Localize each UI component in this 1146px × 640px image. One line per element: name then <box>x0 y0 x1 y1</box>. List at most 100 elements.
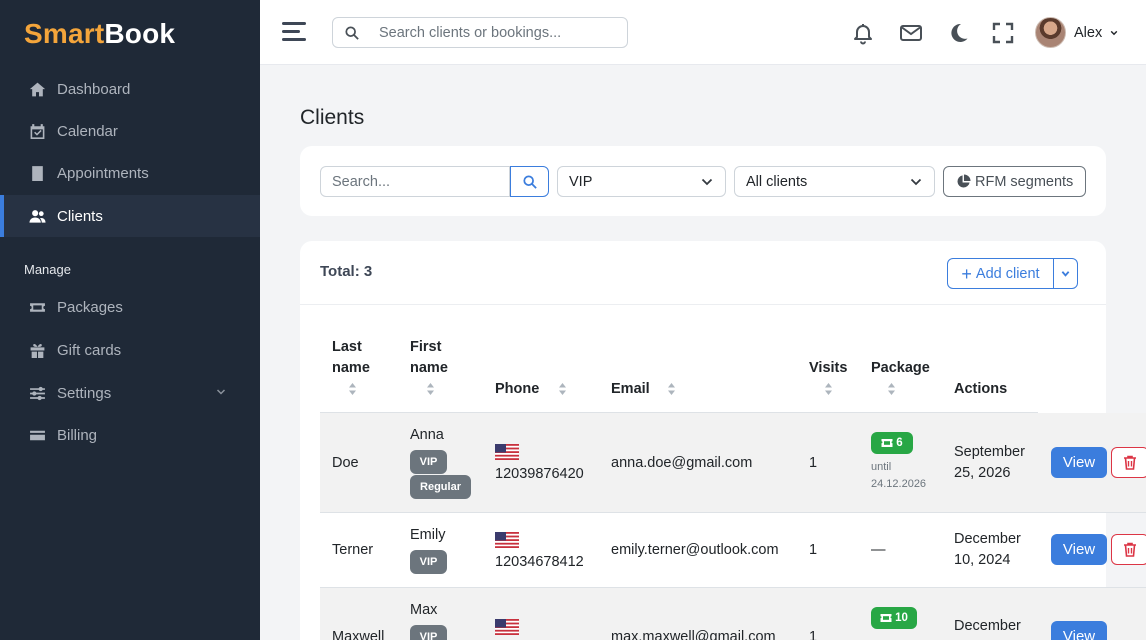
sidebar-item-billing[interactable]: Billing <box>0 414 260 456</box>
book-icon <box>28 164 46 182</box>
view-button[interactable]: View <box>1051 534 1107 565</box>
user-name[interactable]: Alex <box>1074 25 1102 41</box>
home-icon <box>28 80 46 98</box>
sliders-icon <box>28 384 46 402</box>
brand-logo[interactable]: SmartBook <box>24 18 175 50</box>
fullscreen-icon[interactable] <box>991 21 1015 45</box>
chevron-down-icon <box>216 389 226 395</box>
filter-card: Search... VIP All clients RFM segments <box>300 146 1106 216</box>
users-icon <box>28 207 46 225</box>
sidebar-item-settings[interactable]: Settings <box>0 372 260 414</box>
phone-cell: 12034678412 <box>495 554 584 570</box>
global-search <box>332 17 628 48</box>
menu-toggle-icon[interactable] <box>282 22 306 42</box>
first-name-cell: Max <box>410 602 438 618</box>
us-flag-icon <box>495 532 519 548</box>
add-client-button[interactable]: + Add client <box>947 258 1054 289</box>
sort-icon[interactable] <box>426 382 435 396</box>
client-search-button[interactable] <box>510 166 549 197</box>
mail-icon[interactable] <box>899 21 923 45</box>
visits-cell: 1 <box>809 542 818 558</box>
sidebar-item-calendar[interactable]: Calendar <box>0 110 260 152</box>
ticket-icon <box>28 298 46 316</box>
chevron-down-icon <box>1061 270 1070 277</box>
sidebar-section-title: Manage <box>24 262 71 277</box>
sort-icon[interactable] <box>887 382 896 396</box>
global-search-input[interactable] <box>379 24 619 41</box>
chevron-down-icon <box>910 178 922 186</box>
clients-table-card: Total: 3 + Add client Last name First name… <box>300 241 1146 640</box>
sidebar-item-label: Calendar <box>57 122 118 140</box>
email-cell: max.maxwell@gmail.com <box>611 629 776 640</box>
sidebar-item-label: Dashboard <box>57 80 131 98</box>
add-client-dropdown[interactable] <box>1053 258 1078 289</box>
column-header-first-name[interactable]: First name <box>410 337 448 379</box>
topbar: Alex <box>260 0 1146 65</box>
package-until: until 24.12.2026 <box>871 461 927 490</box>
tag-badge: Regular <box>410 475 471 499</box>
package-badge: 6 <box>871 432 913 454</box>
last-name-cell: Terner <box>332 542 374 558</box>
calendar-check-icon <box>28 122 46 140</box>
sidebar-item-label: Packages <box>57 298 123 316</box>
column-header-visits[interactable]: Visits <box>809 358 847 379</box>
visits-cell: 1 <box>809 455 818 471</box>
first-name-cell: Emily <box>410 527 446 543</box>
sidebar-item-dashboard[interactable]: Dashboard <box>0 68 260 110</box>
pie-chart-icon <box>957 174 971 188</box>
clients-filter-select[interactable]: All clients <box>734 166 935 197</box>
last-name-cell: Maxwell <box>332 629 385 640</box>
column-header-package[interactable]: Package <box>871 358 930 379</box>
column-header-last-name[interactable]: Last name <box>332 337 370 379</box>
segment-select[interactable]: VIP <box>557 166 726 197</box>
view-button[interactable]: View <box>1051 447 1107 478</box>
tag-badge: VIP <box>410 450 447 474</box>
sort-icon[interactable] <box>667 382 676 396</box>
delete-button[interactable] <box>1111 447 1146 478</box>
row-divider <box>320 512 1146 513</box>
moon-icon[interactable] <box>946 21 970 45</box>
ticket-icon <box>881 439 893 447</box>
sort-icon[interactable] <box>558 382 567 396</box>
ticket-icon <box>880 614 892 622</box>
view-button[interactable]: View <box>1051 621 1107 640</box>
plus-icon: + <box>961 263 972 284</box>
rfm-segments-button[interactable]: RFM segments <box>943 166 1086 197</box>
date-cell: December 10, 2024 <box>954 531 1021 568</box>
search-icon <box>345 25 359 40</box>
email-cell: emily.terner@outlook.com <box>611 542 779 558</box>
total-count: Total: 3 <box>320 263 373 280</box>
search-icon <box>522 174 537 189</box>
credit-card-icon <box>28 426 46 444</box>
card-divider <box>300 304 1106 305</box>
sidebar-item-clients[interactable]: Clients <box>0 195 260 237</box>
us-flag-icon <box>495 619 519 635</box>
avatar[interactable] <box>1035 17 1066 48</box>
column-header-phone[interactable]: Phone <box>495 379 539 400</box>
last-name-cell: Doe <box>332 455 359 471</box>
chevron-down-icon[interactable] <box>1110 29 1118 37</box>
trash-icon <box>1124 455 1136 470</box>
date-cell: September 25, 2026 <box>954 444 1025 481</box>
gift-icon <box>28 341 46 359</box>
sidebar-item-gift-cards[interactable]: Gift cards <box>0 329 260 371</box>
tag-badge: VIP <box>410 550 447 574</box>
phone-cell: 12039876420 <box>495 466 584 482</box>
page-title: Clients <box>300 106 365 129</box>
delete-button[interactable] <box>1111 534 1146 565</box>
trash-icon <box>1124 542 1136 557</box>
sidebar-item-appointments[interactable]: Appointments <box>0 152 260 194</box>
sidebar: SmartBook Dashboard Calendar Appointment… <box>0 0 260 640</box>
bell-icon[interactable] <box>851 21 875 45</box>
sidebar-item-packages[interactable]: Packages <box>0 286 260 328</box>
sidebar-item-label: Settings <box>57 384 112 402</box>
package-badge: 10 <box>871 607 917 629</box>
date-cell: December <box>954 618 1021 634</box>
column-header-actions: Actions <box>954 381 1008 397</box>
chevron-down-icon <box>701 178 713 186</box>
client-search-input[interactable]: Search... <box>320 166 510 197</box>
sort-icon[interactable] <box>824 382 833 396</box>
sort-icon[interactable] <box>348 382 357 396</box>
column-header-email[interactable]: Email <box>611 379 650 400</box>
visits-cell: 1 <box>809 629 818 640</box>
